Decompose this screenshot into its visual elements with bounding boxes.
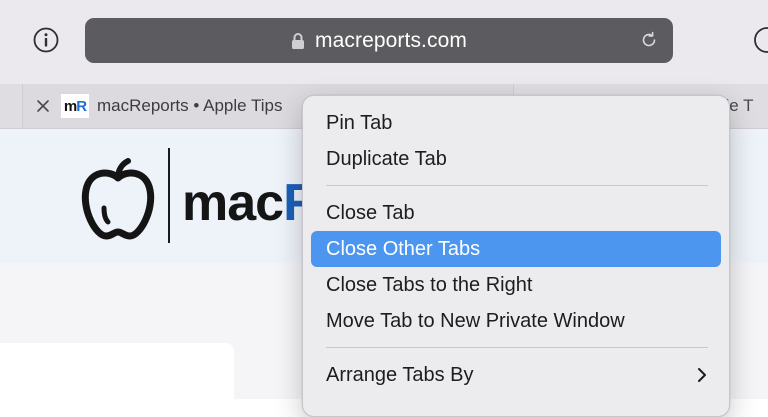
menu-item-label: Arrange Tabs By xyxy=(326,363,474,386)
tab-context-menu: Pin Tab Duplicate Tab Close Tab Close Ot… xyxy=(302,95,730,417)
menu-separator xyxy=(326,347,708,348)
menu-item-close-tab[interactable]: Close Tab xyxy=(311,195,721,231)
menu-item-arrange-tabs-by[interactable]: Arrange Tabs By xyxy=(311,357,721,393)
chevron-right-icon xyxy=(695,366,709,384)
menu-item-label: Close Tab xyxy=(326,201,415,224)
logo-divider xyxy=(168,148,170,243)
reload-icon[interactable] xyxy=(639,30,659,50)
menu-item-move-to-private-window[interactable]: Move Tab to New Private Window xyxy=(311,303,721,339)
menu-item-close-other-tabs[interactable]: Close Other Tabs xyxy=(311,231,721,267)
apple-logo-icon xyxy=(80,158,156,240)
favicon: mR xyxy=(61,94,89,118)
close-icon[interactable] xyxy=(33,96,53,116)
tab-title: macReports • Apple Tips xyxy=(97,96,283,115)
menu-item-duplicate-tab[interactable]: Duplicate Tab xyxy=(311,141,721,177)
content-card xyxy=(0,343,234,399)
toolbar-edge-icon[interactable] xyxy=(752,25,768,55)
address-bar[interactable]: macreports.com xyxy=(85,18,673,63)
menu-item-label: Close Other Tabs xyxy=(326,237,481,260)
menu-item-label: Close Tabs to the Right xyxy=(326,273,533,296)
menu-item-pin-tab[interactable]: Pin Tab xyxy=(311,105,721,141)
info-icon[interactable] xyxy=(33,27,59,53)
menu-item-label: Pin Tab xyxy=(326,111,393,134)
url-text: macreports.com xyxy=(315,28,467,52)
menu-item-close-tabs-right[interactable]: Close Tabs to the Right xyxy=(311,267,721,303)
menu-item-label: Duplicate Tab xyxy=(326,147,447,170)
lock-icon xyxy=(291,32,305,50)
site-logo-text[interactable]: macR xyxy=(182,173,321,233)
menu-separator xyxy=(326,185,708,186)
favicon-letter-m: m xyxy=(63,97,77,115)
menu-item-label: Move Tab to New Private Window xyxy=(326,309,625,332)
logo-text-mac: mac xyxy=(182,174,284,232)
favicon-letter-r: R xyxy=(76,97,87,115)
